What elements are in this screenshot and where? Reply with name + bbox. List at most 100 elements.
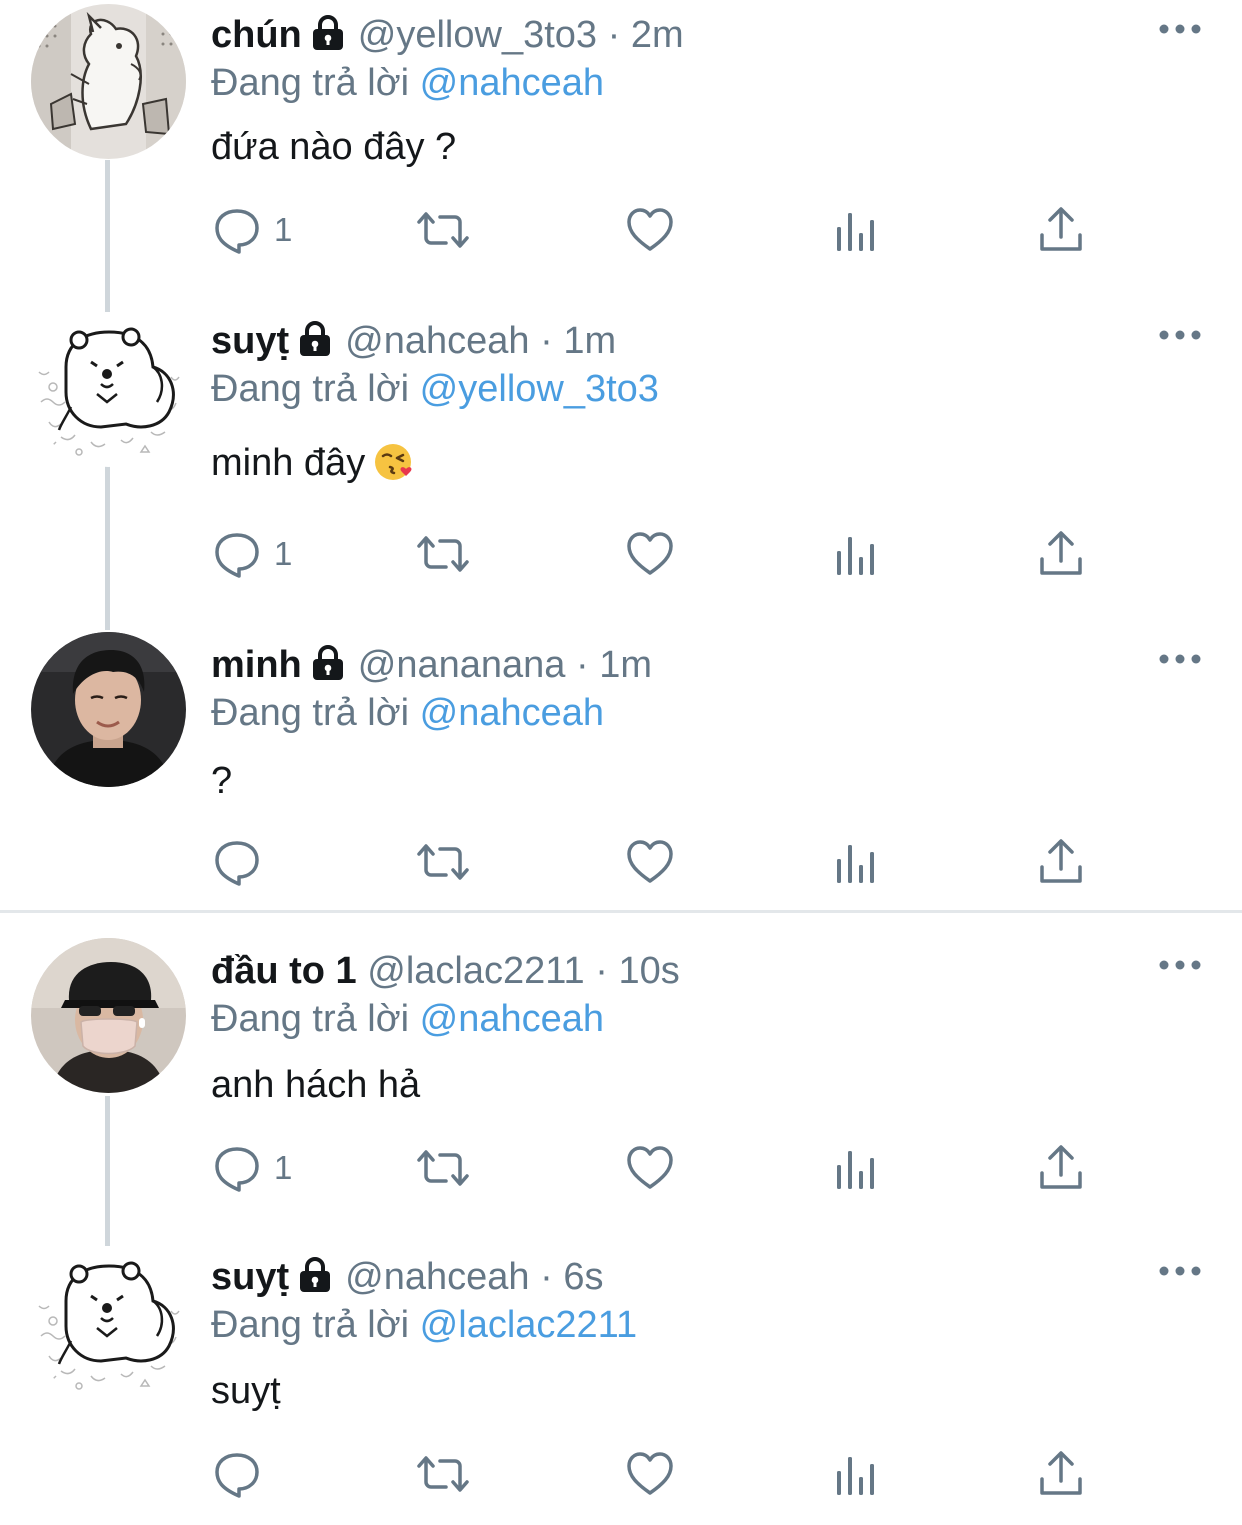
share-button[interactable]	[1038, 524, 1084, 584]
display-name[interactable]: đầu to 1	[211, 950, 357, 992]
reply-count: 1	[274, 211, 293, 248]
reply-icon	[215, 209, 259, 254]
reply-icon	[215, 1147, 259, 1192]
analytics-button[interactable]	[834, 200, 880, 260]
analytics-icon	[837, 1151, 874, 1189]
more-options-icon[interactable]	[1155, 14, 1205, 44]
analytics-icon	[837, 845, 874, 883]
retweet-icon	[417, 1456, 469, 1492]
retweet-button[interactable]	[414, 1138, 472, 1198]
mention-link[interactable]: @nahceah	[420, 62, 604, 104]
handle[interactable]: @nahceah	[345, 320, 529, 362]
reply-button[interactable]	[212, 1444, 274, 1504]
replying-to: Đang trả lời @nahceah	[211, 688, 604, 738]
analytics-button[interactable]	[834, 1138, 880, 1198]
more-options-icon[interactable]	[1155, 1256, 1205, 1286]
analytics-button[interactable]	[834, 832, 880, 892]
share-icon	[1040, 1451, 1082, 1495]
display-name[interactable]: minh	[211, 644, 302, 686]
mention-link[interactable]: @yellow_3to3	[420, 368, 659, 410]
action-bar: 1	[0, 524, 1242, 584]
like-button[interactable]	[625, 524, 675, 584]
lock-icon	[297, 320, 333, 370]
avatar[interactable]	[31, 1246, 186, 1401]
reply-button[interactable]: 1	[212, 524, 292, 584]
analytics-button[interactable]	[834, 1444, 880, 1504]
like-button[interactable]	[625, 1138, 675, 1198]
more-options-icon[interactable]	[1155, 950, 1205, 980]
avatar[interactable]	[31, 938, 186, 1093]
like-button[interactable]	[625, 832, 675, 892]
more-options-icon[interactable]	[1155, 644, 1205, 674]
retweet-icon	[417, 536, 469, 572]
analytics-icon	[837, 537, 874, 575]
tweet[interactable]: suyṭ @nahceah · 1m Đang trả lời @yellow_3…	[0, 302, 1242, 630]
mention-link[interactable]: @nahceah	[420, 998, 604, 1040]
tweet[interactable]: chún @yellow_3to3 · 2m Đang trả lời @nahc…	[0, 0, 1242, 305]
action-bar	[0, 1444, 1242, 1504]
replying-label: Đang trả lời	[211, 692, 410, 734]
action-bar: 1	[0, 200, 1242, 260]
retweet-button[interactable]	[414, 200, 472, 260]
display-name[interactable]: suyṭ	[211, 1256, 289, 1298]
tweet-header: suyṭ @nahceah · 1m	[211, 316, 616, 366]
share-button[interactable]	[1038, 1138, 1084, 1198]
replying-to: Đang trả lời @yellow_3to3	[211, 364, 659, 414]
analytics-icon	[837, 1457, 874, 1495]
retweet-icon	[417, 844, 469, 880]
reply-button[interactable]: 1	[212, 200, 292, 260]
retweet-button[interactable]	[414, 1444, 472, 1504]
tweet-text: suyṭ	[211, 1370, 281, 1412]
handle[interactable]: @yellow_3to3	[358, 14, 597, 56]
timestamp[interactable]: 1m	[599, 644, 652, 686]
lock-icon	[297, 1256, 333, 1306]
avatar[interactable]	[31, 632, 186, 787]
separator: ·	[565, 644, 600, 686]
person-photo-avatar	[31, 632, 186, 787]
avatar[interactable]	[31, 312, 186, 467]
handle[interactable]: @nananana	[358, 644, 566, 686]
timestamp[interactable]: 2m	[631, 14, 684, 56]
thread-divider	[0, 910, 1242, 913]
separator: ·	[597, 14, 631, 56]
thread-line	[105, 1236, 110, 1246]
share-button[interactable]	[1038, 200, 1084, 260]
reply-button[interactable]	[212, 832, 274, 892]
analytics-button[interactable]	[834, 524, 880, 584]
reply-icon	[215, 533, 259, 578]
handle[interactable]: @laclac2211	[357, 950, 584, 992]
more-options-icon[interactable]	[1155, 320, 1205, 350]
reply-button[interactable]: 1	[212, 1138, 292, 1198]
mention-link[interactable]: @laclac2211	[420, 1304, 637, 1346]
thread-line	[105, 302, 110, 312]
share-icon	[1040, 1145, 1082, 1189]
display-name[interactable]: suyṭ	[211, 320, 289, 362]
reply-icon	[215, 841, 259, 886]
tweet-header: đầu to 1 @laclac2211 · 10s	[211, 946, 680, 996]
reply-icon	[215, 1453, 259, 1498]
retweet-icon	[417, 212, 469, 248]
retweet-icon	[417, 1150, 469, 1186]
tweet[interactable]: đầu to 1 @laclac2211 · 10s Đang trả lời …	[0, 936, 1242, 1236]
like-button[interactable]	[625, 1444, 675, 1504]
heart-icon	[627, 1146, 673, 1189]
tweet[interactable]: suyṭ @nahceah · 6s Đang trả lời @laclac22…	[0, 1236, 1242, 1525]
bear-doodle-avatar	[31, 312, 186, 467]
share-button[interactable]	[1038, 832, 1084, 892]
display-name[interactable]: chún	[211, 14, 302, 56]
like-button[interactable]	[625, 200, 675, 260]
handle[interactable]: @nahceah	[345, 1256, 529, 1298]
mention-link[interactable]: @nahceah	[420, 692, 604, 734]
lock-icon	[310, 644, 346, 694]
timestamp[interactable]: 1m	[563, 320, 616, 362]
tweet[interactable]: minh @nananana · 1m Đang trả lời @nahceah…	[0, 630, 1242, 910]
kissing-face-emoji-icon	[373, 441, 415, 496]
timestamp[interactable]: 6s	[563, 1256, 603, 1298]
share-button[interactable]	[1038, 1444, 1084, 1504]
replying-label: Đang trả lời	[211, 368, 410, 410]
avatar[interactable]	[31, 4, 186, 159]
retweet-button[interactable]	[414, 832, 472, 892]
retweet-button[interactable]	[414, 524, 472, 584]
timestamp[interactable]: 10s	[618, 950, 679, 992]
tweet-text: đứa nào đây ?	[211, 126, 457, 168]
